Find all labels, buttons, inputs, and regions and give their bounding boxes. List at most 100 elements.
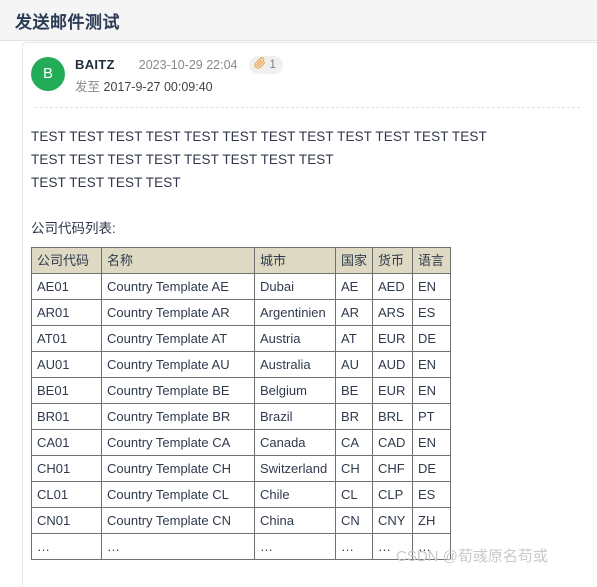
mail-meta-header: B BAITZ 2023-10-29 22:04 1 发至 2017-9-27 … xyxy=(23,43,597,113)
table-cell: CH01 xyxy=(31,455,102,482)
table-header-cell: 公司代码 xyxy=(31,247,102,274)
attachment-count: 1 xyxy=(269,58,276,71)
table-cell: Australia xyxy=(254,351,336,378)
table-header-cell: 名称 xyxy=(101,247,255,274)
table-cell: EN xyxy=(412,377,451,404)
avatar-initial: B xyxy=(42,65,53,82)
table-cell: Country Template CH xyxy=(101,455,255,482)
mail-meta-lines: BAITZ 2023-10-29 22:04 1 发至 2017-9-27 00… xyxy=(75,55,283,95)
table-cell: … xyxy=(372,533,413,560)
table-cell: BE xyxy=(335,377,373,404)
company-code-table: 公司代码 名称 城市 国家 货币 语言 AE01 Country Template… xyxy=(31,247,451,560)
table-header-cell: 货币 xyxy=(372,247,413,274)
table-cell: CH xyxy=(335,455,373,482)
table-cell: DE xyxy=(412,325,451,352)
table-cell: CA01 xyxy=(31,429,102,456)
body-line: TEST TEST TEST TEST TEST TEST TEST TEST … xyxy=(31,129,487,144)
sender-name: BAITZ xyxy=(75,57,115,72)
mail-date: 2023-10-29 22:04 xyxy=(138,57,238,72)
body-line: TEST TEST TEST TEST TEST TEST TEST TEST xyxy=(31,152,334,167)
table-cell: Country Template CN xyxy=(101,507,255,534)
table-row: AE01 Country Template AE Dubai AE AED EN xyxy=(31,273,451,300)
table-header-row: 公司代码 名称 城市 国家 货币 语言 xyxy=(31,247,451,274)
table-cell: … xyxy=(254,533,336,560)
table-cell: BR xyxy=(335,403,373,430)
table-row: CL01 Country Template CL Chile CL CLP ES xyxy=(31,481,451,508)
table-cell: ES xyxy=(412,299,451,326)
table-cell: Country Template BR xyxy=(101,403,255,430)
table-cell: AE xyxy=(335,273,373,300)
table-cell: AT xyxy=(335,325,373,352)
table-cell: CN xyxy=(335,507,373,534)
table-row: CA01 Country Template CA Canada CA CAD EN xyxy=(31,429,451,456)
table-cell: AT01 xyxy=(31,325,102,352)
table-cell: Belgium xyxy=(254,377,336,404)
company-list-label: 公司代码列表: xyxy=(31,221,116,236)
table-row: ……………… xyxy=(31,533,451,560)
table-cell: Country Template AT xyxy=(101,325,255,352)
table-cell: CL01 xyxy=(31,481,102,508)
table-cell: … xyxy=(31,533,102,560)
received-label: 发至 xyxy=(75,80,101,94)
table-cell: AU01 xyxy=(31,351,102,378)
table-cell: EN xyxy=(412,273,451,300)
table-cell: AE01 xyxy=(31,273,102,300)
table-cell: CL xyxy=(335,481,373,508)
table-cell: Switzerland xyxy=(254,455,336,482)
table-row: BE01 Country Template BE Belgium BE EUR EN xyxy=(31,377,451,404)
table-cell: Dubai xyxy=(254,273,336,300)
page-title: 发送邮件测试 xyxy=(15,13,120,32)
table-row: AU01 Country Template AU Australia AU AUD EN xyxy=(31,351,451,378)
table-cell: Canada xyxy=(254,429,336,456)
table-row: CH01 Country Template CH Switzerland CH CHF D… xyxy=(31,455,451,482)
table-cell: Austria xyxy=(254,325,336,352)
table-cell: BE01 xyxy=(31,377,102,404)
table-cell: Country Template AR xyxy=(101,299,255,326)
table-cell: EN xyxy=(412,429,451,456)
table-row: CN01 Country Template CN China CN CNY ZH xyxy=(31,507,451,534)
table-cell: CAD xyxy=(372,429,413,456)
table-cell: PT xyxy=(412,403,451,430)
table-cell: Country Template AE xyxy=(101,273,255,300)
body-line: TEST TEST TEST TEST xyxy=(31,175,181,190)
table-header-cell: 城市 xyxy=(254,247,336,274)
table-cell: AR01 xyxy=(31,299,102,326)
table-cell: ARS xyxy=(372,299,413,326)
table-cell: ES xyxy=(412,481,451,508)
table-cell: BRL xyxy=(372,403,413,430)
table-cell: CHF xyxy=(372,455,413,482)
table-header-cell: 国家 xyxy=(335,247,373,274)
table-cell: Brazil xyxy=(254,403,336,430)
page-header: 发送邮件测试 xyxy=(0,0,597,41)
table-cell: CNY xyxy=(372,507,413,534)
table-body: AE01 Country Template AE Dubai AE AED EN AR01 C… xyxy=(31,273,451,560)
table-cell: Country Template CA xyxy=(101,429,255,456)
table-cell: ZH xyxy=(412,507,451,534)
table-cell: Argentinien xyxy=(254,299,336,326)
avatar: B xyxy=(31,57,65,91)
table-row: AT01 Country Template AT Austria AT EUR DE xyxy=(31,325,451,352)
table-cell: DE xyxy=(412,455,451,482)
mail-card: B BAITZ 2023-10-29 22:04 1 发至 2017-9-27 … xyxy=(22,42,597,587)
table-cell: Chile xyxy=(254,481,336,508)
table-cell: CLP xyxy=(372,481,413,508)
table-cell: … xyxy=(412,533,451,560)
table-cell: AED xyxy=(372,273,413,300)
mail-meta-row-sender: BAITZ 2023-10-29 22:04 1 xyxy=(75,55,283,74)
mail-meta-row-received: 发至 2017-9-27 00:09:40 xyxy=(75,76,283,95)
received-time: 2017-9-27 00:09:40 xyxy=(103,80,213,94)
table-header-cell: 语言 xyxy=(412,247,451,274)
table-cell: … xyxy=(101,533,255,560)
table-row: BR01 Country Template BR Brazil BR BRL PT xyxy=(31,403,451,430)
table-cell: Country Template BE xyxy=(101,377,255,404)
table-cell: Country Template AU xyxy=(101,351,255,378)
table-row: AR01 Country Template AR Argentinien AR ARS E… xyxy=(31,299,451,326)
table-cell: CA xyxy=(335,429,373,456)
table-cell: BR01 xyxy=(31,403,102,430)
table-cell: … xyxy=(335,533,373,560)
mail-divider xyxy=(35,107,580,108)
attachment-badge[interactable]: 1 xyxy=(249,55,283,74)
table-cell: China xyxy=(254,507,336,534)
table-cell: EUR xyxy=(372,377,413,404)
table-cell: EUR xyxy=(372,325,413,352)
